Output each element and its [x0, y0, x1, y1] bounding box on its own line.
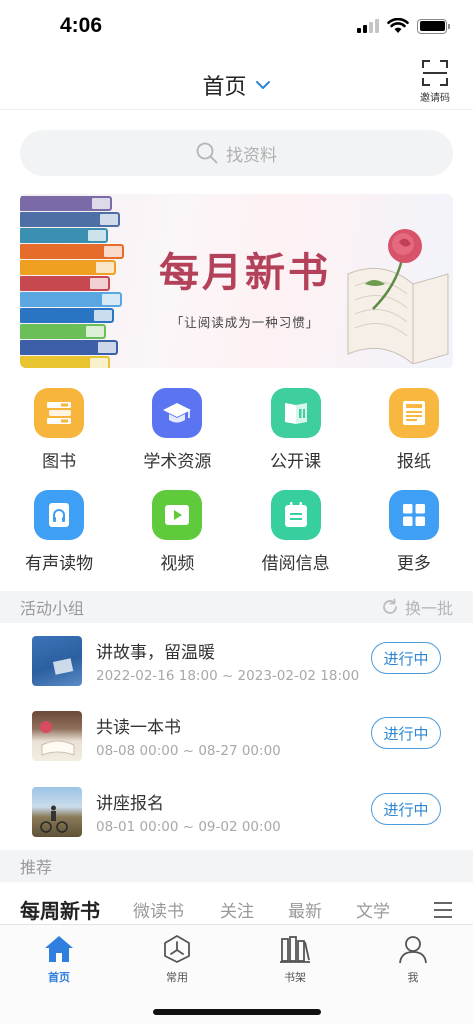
search-placeholder: 找资料	[226, 145, 277, 166]
section-title: 活动小组	[20, 599, 85, 618]
newspaper-icon	[388, 388, 439, 438]
func-open-course[interactable]: 公开课	[237, 388, 355, 490]
activity-time: 08-08 00:00 ~ 08-27 00:00	[96, 743, 281, 759]
tab-common[interactable]: 常用	[118, 933, 236, 985]
audiobook-icon	[34, 490, 85, 540]
function-grid: 图书 学术资源 公开课 报纸 有声读物 视频 借阅信息 更多	[0, 388, 473, 592]
user-icon	[399, 936, 427, 964]
func-label: 借阅信息	[261, 554, 330, 574]
nav-bar: 首页 邀请码	[0, 52, 473, 110]
category-tab-latest[interactable]: 最新	[288, 897, 322, 922]
tab-bookshelf[interactable]: 书架	[236, 933, 354, 985]
func-newspaper[interactable]: 报纸	[355, 388, 473, 490]
refresh-button[interactable]: 换一批	[381, 595, 453, 619]
banner-subtitle: 「让阅读成为一种习惯」	[170, 315, 320, 330]
activity-item[interactable]: 共读一本书 08-08 00:00 ~ 08-27 00:00 进行中	[0, 711, 473, 787]
activity-time: 08-01 00:00 ~ 09-02 00:00	[96, 819, 281, 835]
activity-time: 2022-02-16 18:00 ~ 2023-02-02 18:00	[96, 668, 360, 684]
menu-icon[interactable]	[433, 901, 453, 919]
tab-home[interactable]: 首页	[0, 933, 118, 985]
search-icon	[196, 142, 218, 164]
scan-label: 邀请码	[420, 93, 450, 104]
func-label: 更多	[396, 554, 431, 574]
func-books[interactable]: 图书	[0, 388, 118, 490]
page-title: 首页	[202, 75, 247, 100]
activity-thumbnail	[32, 636, 82, 686]
refresh-icon	[383, 598, 397, 614]
func-academic-resources[interactable]: 学术资源	[118, 388, 236, 490]
open-book-rose-illustration	[347, 229, 449, 364]
battery-icon	[417, 18, 450, 34]
section-title: 推荐	[20, 858, 53, 877]
category-tab-literature[interactable]: 文学	[356, 897, 390, 922]
func-label: 报纸	[396, 452, 431, 472]
status-button[interactable]: 进行中	[371, 793, 441, 825]
chevron-down-icon	[255, 81, 270, 89]
recommend-section-header: 推荐	[0, 850, 473, 882]
search-bar[interactable]: 找资料	[20, 130, 453, 176]
status-button[interactable]: 进行中	[371, 642, 441, 674]
tab-label: 常用	[166, 971, 188, 984]
refresh-label: 换一批	[404, 599, 453, 618]
category-tab-following[interactable]: 关注	[220, 897, 254, 922]
video-icon	[152, 490, 203, 540]
status-button[interactable]: 进行中	[371, 717, 441, 749]
status-bar: 4:06	[0, 0, 473, 52]
func-audiobook[interactable]: 有声读物	[0, 490, 118, 592]
compass-icon	[164, 935, 190, 963]
home-icon	[45, 936, 73, 962]
grid-more-icon	[388, 490, 439, 540]
title-dropdown[interactable]: 首页	[0, 69, 473, 101]
wifi-icon	[387, 18, 409, 33]
tab-label: 首页	[48, 971, 70, 984]
func-more[interactable]: 更多	[355, 490, 473, 592]
activity-title: 讲座报名	[96, 794, 164, 814]
tab-label: 书架	[284, 971, 306, 984]
func-label: 学术资源	[143, 452, 212, 472]
banner-monthly-new-books[interactable]: 每月新书 「让阅读成为一种习惯」	[20, 194, 453, 368]
tab-me[interactable]: 我	[354, 933, 472, 985]
bottom-tab-bar: 首页 常用 书架 我	[0, 924, 473, 1024]
category-tab-weekly-new[interactable]: 每周新书	[20, 895, 100, 924]
cellular-signal-icon	[357, 19, 379, 33]
scan-icon	[422, 60, 448, 86]
book-stack-illustration	[20, 194, 138, 368]
scan-button[interactable]: 邀请码	[415, 60, 455, 104]
func-label: 图书	[42, 452, 77, 472]
open-course-icon	[270, 388, 321, 438]
activity-title: 讲故事，留温暖	[96, 643, 215, 663]
activity-thumbnail	[32, 711, 82, 761]
home-indicator	[153, 1009, 321, 1015]
calendar-icon	[270, 490, 321, 540]
books-icon	[34, 388, 85, 438]
func-label: 公开课	[270, 452, 322, 472]
func-label: 有声读物	[25, 554, 94, 574]
category-tab-micro-reading[interactable]: 微读书	[133, 897, 184, 922]
func-label: 视频	[160, 554, 195, 574]
func-video[interactable]: 视频	[118, 490, 236, 592]
status-time: 4:06	[60, 14, 103, 37]
func-borrow-info[interactable]: 借阅信息	[237, 490, 355, 592]
banner-title: 每月新书	[159, 249, 331, 296]
tab-label: 我	[407, 971, 419, 984]
activity-title: 共读一本书	[96, 718, 181, 738]
graduation-cap-icon	[152, 388, 203, 438]
activity-section-header: 活动小组 换一批	[0, 591, 473, 623]
activity-thumbnail	[32, 787, 82, 837]
bookshelf-icon	[280, 936, 310, 963]
status-icons	[357, 18, 450, 34]
activity-item[interactable]: 讲故事，留温暖 2022-02-16 18:00 ~ 2023-02-02 18…	[0, 636, 473, 712]
